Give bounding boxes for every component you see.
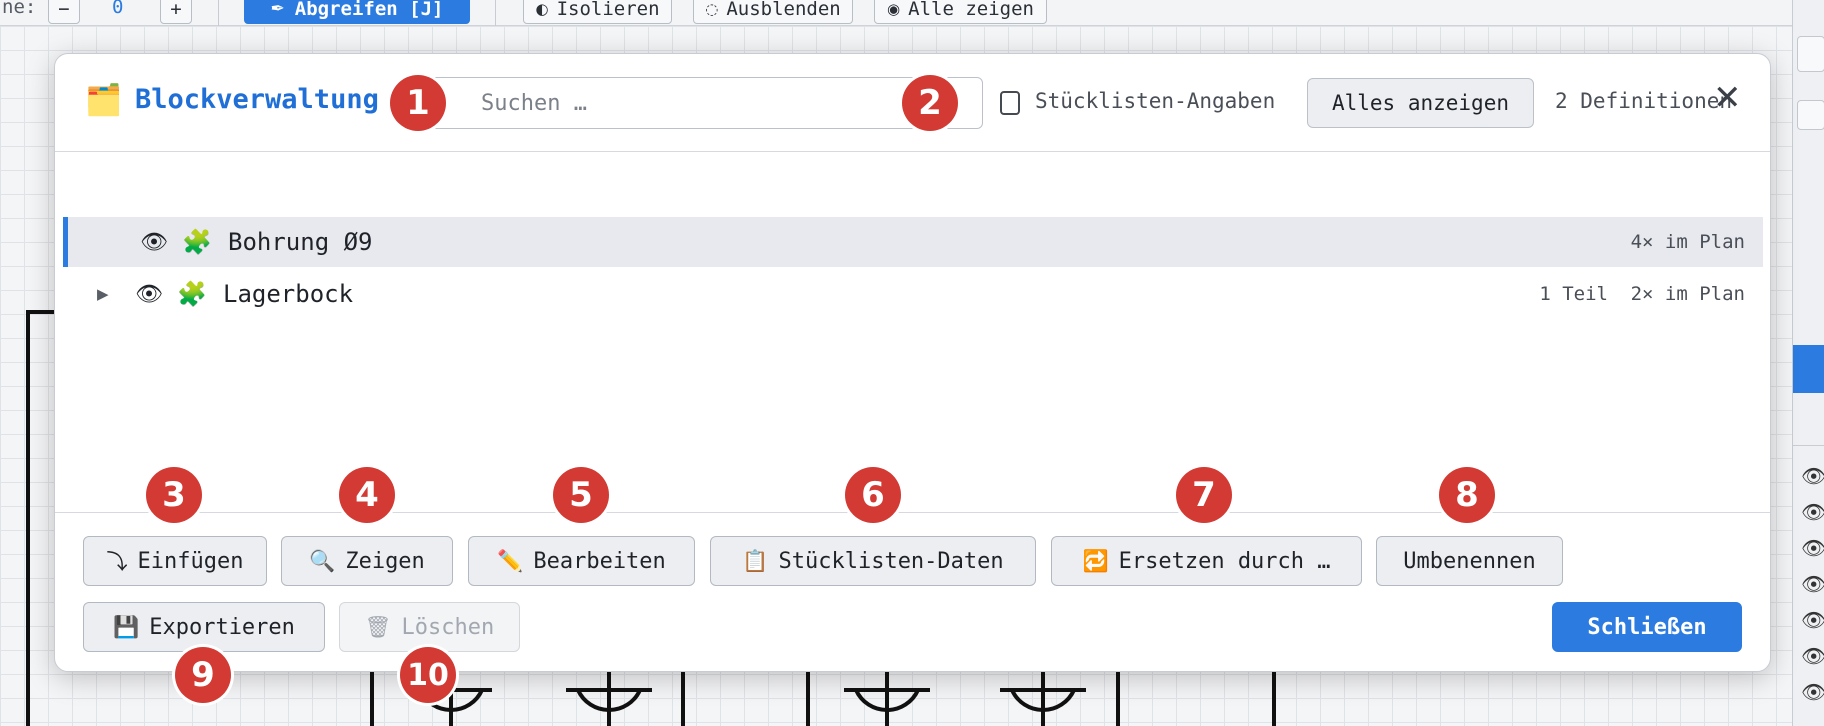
panel-divider [1793,445,1824,446]
folder-icon: 🗂️ [85,83,123,118]
close-icon[interactable]: ✕ [1713,78,1742,118]
main-toolbar: ne: − 0 + ✒ Abgreifen [J] ◐ Isolieren ◌ … [0,0,1824,26]
annotation-marker: 5 [553,467,609,523]
magnifier-icon: 🔍 [309,548,336,573]
block-list: 👁 🧩 Bohrung Ø9 4× im Plan ▶ 👁 🧩 Lagerboc… [63,165,1763,510]
isolate-button[interactable]: ◐ Isolieren [523,0,672,24]
annotation-marker: 1 [390,75,446,131]
rename-button-label: Umbenennen [1403,548,1536,574]
delete-button[interactable]: 🗑 Löschen [339,602,520,652]
half-circle-icon: ◐ [535,0,549,18]
insert-arrow-icon: ⤵ [106,550,128,574]
insert-button[interactable]: ⤵ Einfügen [83,536,267,586]
edit-button[interactable]: ✏️ Bearbeiten [468,536,695,586]
block-name: Bohrung Ø9 [228,228,373,256]
block-manager-dialog: 🗂️ Blockverwaltung Stücklisten-Angaben A… [54,53,1771,672]
expand-arrow-icon[interactable]: ▶ [97,285,109,303]
bom-data-button[interactable]: 📋 Stücklisten-Daten [710,536,1036,586]
annotation-marker: 4 [339,467,395,523]
annotation-marker: 8 [1439,467,1495,523]
delete-button-label: Löschen [401,614,495,640]
bom-checkbox-label[interactable]: Stücklisten-Angaben [1035,89,1275,113]
dotted-circle-icon: ◌ [705,0,719,18]
search-input[interactable] [428,77,983,129]
clipboard-icon: 📋 [742,548,769,573]
grab-button-label: Abgreifen [J] [294,0,444,20]
block-row[interactable]: 👁 🧩 Bohrung Ø9 4× im Plan [63,217,1763,267]
show-button[interactable]: 🔍 Zeigen [281,536,453,586]
grab-button[interactable]: ✒ Abgreifen [J] [244,0,470,24]
puzzle-icon: 🧩 [182,228,212,256]
panel-visibility-list[interactable]: 👁 👁 👁 👁 👁 👁 👁 [1801,458,1824,710]
trash-icon: 🗑 [364,614,392,639]
annotation-marker: 7 [1176,467,1232,523]
panel-button[interactable] [1797,36,1824,72]
value-field[interactable]: 0 [112,0,123,18]
bom-checkbox[interactable] [1000,91,1020,115]
dialog-footer: ⤵ Einfügen 🔍 Zeigen ✏️ Bearbeiten 📋 Stüc… [55,512,1770,672]
panel-active-indicator [1793,345,1824,393]
repeat-icon: 🔁 [1082,548,1109,573]
increment-button[interactable]: + [160,0,192,24]
insert-button-label: Einfügen [137,548,244,574]
floppy-icon: 💾 [113,614,140,639]
bom-data-button-label: Stücklisten-Daten [778,548,1004,574]
pencil-icon: ✏️ [497,548,524,573]
annotation-marker: 10 [400,647,456,703]
show-all-toolbar-label: Alle zeigen [908,0,1034,20]
replace-button-label: Ersetzen durch … [1118,548,1331,574]
annotation-marker: 9 [175,647,231,703]
hide-button[interactable]: ◌ Ausblenden [693,0,853,24]
toolbar-divider [218,0,219,26]
toolbar-label: ne: [2,0,37,18]
dialog-title: Blockverwaltung [135,84,379,115]
edit-button-label: Bearbeiten [533,548,666,574]
show-all-toolbar-button[interactable]: ◉ Alle zeigen [874,0,1047,24]
export-button[interactable]: 💾 Exportieren [83,602,325,652]
toolbar-divider [495,0,496,26]
definition-count: 2 Definitionen [1555,89,1733,113]
block-part-count: 1 Teil [1539,283,1608,305]
block-usage-count: 4× im Plan [1630,231,1745,253]
eyedropper-icon: ✒ [270,0,285,19]
right-side-panel: 👁 👁 👁 👁 👁 👁 👁 [1792,0,1824,726]
annotation-marker: 6 [845,467,901,523]
show-button-label: Zeigen [345,548,425,574]
filled-circle-icon: ◉ [887,0,901,18]
panel-button[interactable] [1797,100,1824,130]
annotation-marker: 2 [902,75,958,131]
hide-button-label: Ausblenden [726,0,841,20]
puzzle-icon: 🧩 [177,280,207,308]
show-all-button[interactable]: Alles anzeigen [1307,78,1534,128]
eye-icon[interactable]: 👁 [140,230,168,255]
block-name: Lagerbock [223,280,354,308]
export-button-label: Exportieren [149,614,295,640]
eye-icon[interactable]: 👁 [135,282,163,307]
block-row[interactable]: ▶ 👁 🧩 Lagerbock 1 Teil 2× im Plan [63,269,1763,319]
replace-button[interactable]: 🔁 Ersetzen durch … [1051,536,1362,586]
rename-button[interactable]: Umbenennen [1376,536,1563,586]
close-button[interactable]: Schließen [1552,602,1742,652]
block-usage-count: 2× im Plan [1630,283,1745,305]
decrement-button[interactable]: − [48,0,80,24]
isolate-button-label: Isolieren [556,0,660,20]
annotation-marker: 3 [146,467,202,523]
